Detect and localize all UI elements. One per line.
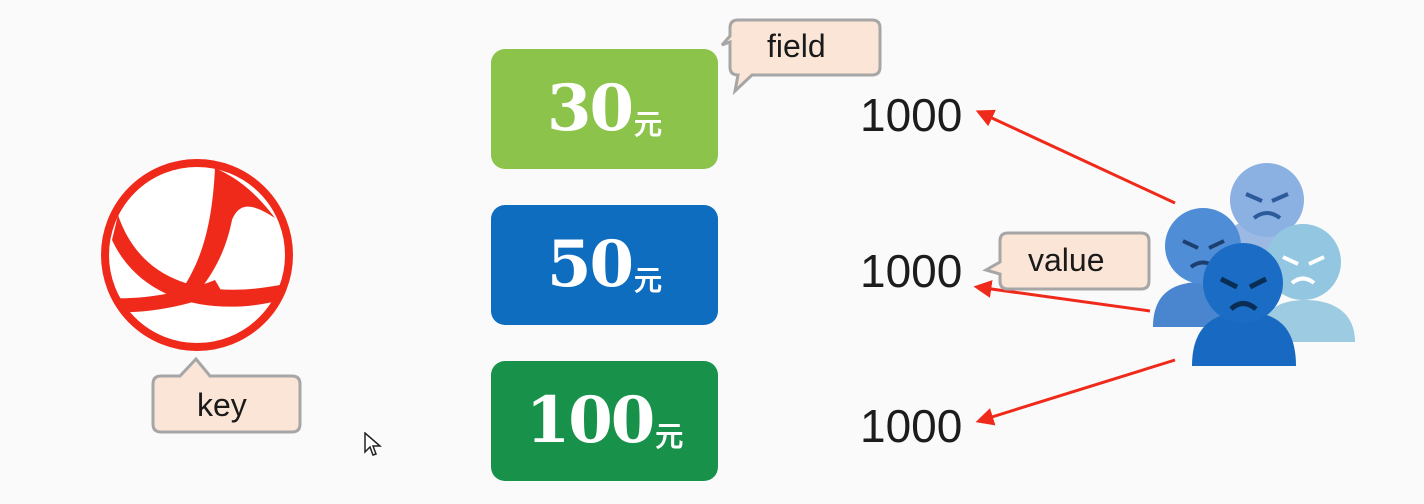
value-count-3: 1000 bbox=[860, 400, 963, 452]
coupon-unit: 元 bbox=[634, 108, 663, 141]
value-label: value bbox=[1028, 242, 1105, 278]
coupon-100: 100 元 bbox=[491, 361, 718, 481]
arrow-to-value-1 bbox=[975, 109, 1176, 205]
arrow-to-value-3 bbox=[975, 358, 1176, 426]
key-logo bbox=[101, 159, 293, 351]
diagram-canvas: 30 元 50 元 100 元 1000 1000 1000 field val… bbox=[0, 0, 1424, 504]
value-count-1: 1000 bbox=[860, 89, 963, 141]
coupon-30: 30 元 bbox=[491, 49, 718, 169]
coupon-amount: 50 bbox=[546, 227, 634, 302]
value-count-2: 1000 bbox=[860, 245, 963, 297]
coupon-50: 50 元 bbox=[491, 205, 718, 325]
arrow-to-value-2 bbox=[973, 280, 1151, 313]
coupon-amount: 30 bbox=[546, 71, 634, 146]
angry-users-icon bbox=[1153, 163, 1355, 366]
coupon-unit: 元 bbox=[655, 420, 684, 453]
coupon-unit: 元 bbox=[634, 264, 663, 297]
field-label: field bbox=[767, 28, 826, 64]
mouse-cursor-icon bbox=[364, 432, 382, 456]
coupon-amount: 100 bbox=[525, 383, 656, 458]
key-label: key bbox=[197, 387, 247, 423]
